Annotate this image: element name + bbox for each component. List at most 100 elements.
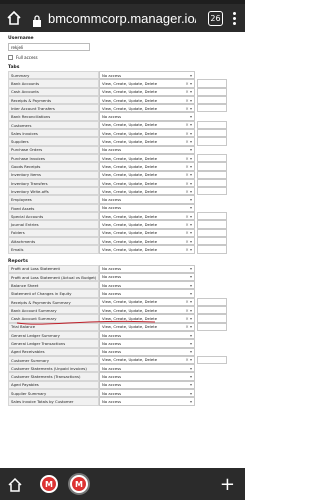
permission-extra-field[interactable] bbox=[197, 314, 227, 323]
permission-extra-field[interactable] bbox=[197, 187, 227, 196]
tab-switcher-button[interactable]: 26 bbox=[208, 10, 223, 26]
chevron-down-icon[interactable]: ▾ bbox=[190, 299, 192, 304]
permission-select[interactable]: View, Create, Update, Delete × ▾ bbox=[99, 322, 195, 331]
more-menu-icon[interactable] bbox=[233, 11, 236, 25]
chevron-down-icon[interactable]: ▾ bbox=[190, 205, 192, 210]
permission-select[interactable]: View, Create, Update, Delete × ▾ bbox=[99, 162, 195, 171]
permission-extra-field[interactable] bbox=[197, 153, 227, 163]
chevron-down-icon[interactable]: ▾ bbox=[190, 274, 192, 279]
chevron-down-icon[interactable]: ▾ bbox=[190, 89, 192, 94]
permission-select[interactable]: View, Create, Update, Delete × ▾ bbox=[99, 153, 195, 163]
chevron-down-icon[interactable]: ▾ bbox=[190, 357, 192, 362]
permission-select[interactable]: View, Create, Update, Delete × ▾ bbox=[99, 178, 195, 188]
permission-select[interactable]: View, Create, Update, Delete × ▾ bbox=[99, 137, 195, 146]
permission-extra-field[interactable] bbox=[197, 170, 227, 179]
chevron-down-icon[interactable]: ▾ bbox=[190, 214, 192, 219]
chevron-down-icon[interactable]: ▾ bbox=[190, 308, 192, 313]
chevron-down-icon[interactable]: ▾ bbox=[190, 139, 192, 144]
chevron-down-icon[interactable]: ▾ bbox=[190, 172, 192, 177]
permission-select[interactable]: No access ▾ bbox=[99, 289, 195, 298]
chevron-down-icon[interactable]: ▾ bbox=[190, 122, 192, 127]
chevron-down-icon[interactable]: ▾ bbox=[190, 399, 192, 404]
chevron-down-icon[interactable]: ▾ bbox=[190, 131, 192, 136]
permission-extra-field[interactable] bbox=[197, 137, 227, 146]
permission-extra-field[interactable] bbox=[197, 322, 227, 331]
permission-extra-field[interactable] bbox=[197, 212, 227, 221]
permission-select[interactable]: No access ▾ bbox=[99, 281, 195, 290]
permission-select[interactable]: View, Create, Update, Delete × ▾ bbox=[99, 87, 195, 96]
chevron-down-icon[interactable]: ▾ bbox=[190, 98, 192, 103]
chevron-down-icon[interactable]: ▾ bbox=[190, 197, 192, 202]
tab-manager-active-icon[interactable]: M bbox=[70, 475, 88, 493]
chevron-down-icon[interactable]: ▾ bbox=[190, 189, 192, 194]
chevron-down-icon[interactable]: ▾ bbox=[190, 147, 192, 152]
chevron-down-icon[interactable]: ▾ bbox=[190, 106, 192, 111]
permission-extra-field[interactable] bbox=[197, 104, 227, 113]
chevron-down-icon[interactable]: ▾ bbox=[190, 316, 192, 321]
permission-extra-field[interactable] bbox=[197, 129, 227, 138]
permission-select[interactable]: No access ▾ bbox=[99, 397, 195, 406]
permission-select[interactable]: View, Create, Update, Delete × ▾ bbox=[99, 236, 195, 246]
permission-select[interactable]: No access ▾ bbox=[99, 195, 195, 204]
permission-extra-field[interactable] bbox=[197, 228, 227, 237]
permission-select[interactable]: No access ▾ bbox=[99, 145, 195, 154]
permission-select[interactable]: View, Create, Update, Delete × ▾ bbox=[99, 170, 195, 179]
chevron-down-icon[interactable]: ▾ bbox=[190, 324, 192, 329]
permission-select[interactable]: View, Create, Update, Delete × ▾ bbox=[99, 79, 195, 88]
permission-select[interactable]: View, Create, Update, Delete × ▾ bbox=[99, 129, 195, 138]
chevron-down-icon[interactable]: ▾ bbox=[190, 382, 192, 387]
permission-select[interactable]: No access ▾ bbox=[99, 364, 195, 373]
chevron-down-icon[interactable]: ▾ bbox=[190, 333, 192, 338]
permission-select[interactable]: View, Create, Update, Delete × ▾ bbox=[99, 212, 195, 221]
permission-extra-field[interactable] bbox=[197, 355, 227, 365]
permission-select[interactable]: No access ▾ bbox=[99, 264, 195, 273]
permission-select[interactable]: View, Create, Update, Delete × ▾ bbox=[99, 314, 195, 323]
permission-select[interactable]: View, Create, Update, Delete × ▾ bbox=[99, 104, 195, 113]
chevron-down-icon[interactable]: ▾ bbox=[190, 164, 192, 169]
username-input[interactable]: rekjeli bbox=[8, 43, 90, 51]
chevron-down-icon[interactable]: ▾ bbox=[190, 222, 192, 227]
chevron-down-icon[interactable]: ▾ bbox=[190, 291, 192, 296]
permission-select[interactable]: No access ▾ bbox=[99, 203, 195, 213]
permission-extra-field[interactable] bbox=[197, 95, 227, 105]
chevron-down-icon[interactable]: ▾ bbox=[190, 181, 192, 186]
tab-manager-icon[interactable]: M bbox=[40, 475, 58, 493]
chevron-down-icon[interactable]: ▾ bbox=[190, 349, 192, 354]
permission-select[interactable]: No access ▾ bbox=[99, 388, 195, 398]
permission-extra-field[interactable] bbox=[197, 178, 227, 188]
url-bar[interactable]: bmcommcorp.manager.io/use bbox=[48, 11, 196, 26]
chevron-down-icon[interactable]: ▾ bbox=[190, 266, 192, 271]
permission-extra-field[interactable] bbox=[197, 245, 227, 254]
full-access-checkbox[interactable] bbox=[8, 55, 13, 60]
permission-select[interactable]: No access ▾ bbox=[99, 339, 195, 348]
chevron-down-icon[interactable]: ▾ bbox=[190, 81, 192, 86]
permission-select[interactable]: View, Create, Update, Delete × ▾ bbox=[99, 245, 195, 254]
chevron-down-icon[interactable]: ▾ bbox=[190, 239, 192, 244]
chevron-down-icon[interactable]: ▾ bbox=[190, 156, 192, 161]
home-icon[interactable] bbox=[6, 10, 22, 26]
permission-select[interactable]: View, Create, Update, Delete × ▾ bbox=[99, 306, 195, 315]
chevron-down-icon[interactable]: ▾ bbox=[190, 374, 192, 379]
permission-select[interactable]: View, Create, Update, Delete × ▾ bbox=[99, 355, 195, 365]
permission-extra-field[interactable] bbox=[197, 297, 227, 307]
permission-select[interactable]: View, Create, Update, Delete × ▾ bbox=[99, 297, 195, 307]
permission-select[interactable]: No access ▾ bbox=[99, 272, 195, 282]
chevron-down-icon[interactable]: ▾ bbox=[190, 114, 192, 119]
home-icon[interactable] bbox=[8, 477, 22, 492]
chevron-down-icon[interactable]: ▾ bbox=[190, 341, 192, 346]
permission-select[interactable]: View, Create, Update, Delete × ▾ bbox=[99, 120, 195, 130]
permission-select[interactable]: No access ▾ bbox=[99, 347, 195, 356]
chevron-down-icon[interactable]: ▾ bbox=[190, 366, 192, 371]
chevron-down-icon[interactable]: ▾ bbox=[190, 73, 192, 78]
permission-select[interactable]: View, Create, Update, Delete × ▾ bbox=[99, 220, 195, 229]
permission-select[interactable]: No access ▾ bbox=[99, 372, 195, 381]
permission-extra-field[interactable] bbox=[197, 220, 227, 229]
permission-select[interactable]: No access ▾ bbox=[99, 330, 195, 340]
chevron-down-icon[interactable]: ▾ bbox=[190, 391, 192, 396]
permission-select[interactable]: No access ▾ bbox=[99, 112, 195, 121]
permission-select[interactable]: No access ▾ bbox=[99, 71, 195, 80]
permission-extra-field[interactable] bbox=[197, 306, 227, 315]
chevron-down-icon[interactable]: ▾ bbox=[190, 283, 192, 288]
permission-select[interactable]: No access ▾ bbox=[99, 380, 195, 389]
chevron-down-icon[interactable]: ▾ bbox=[190, 247, 192, 252]
